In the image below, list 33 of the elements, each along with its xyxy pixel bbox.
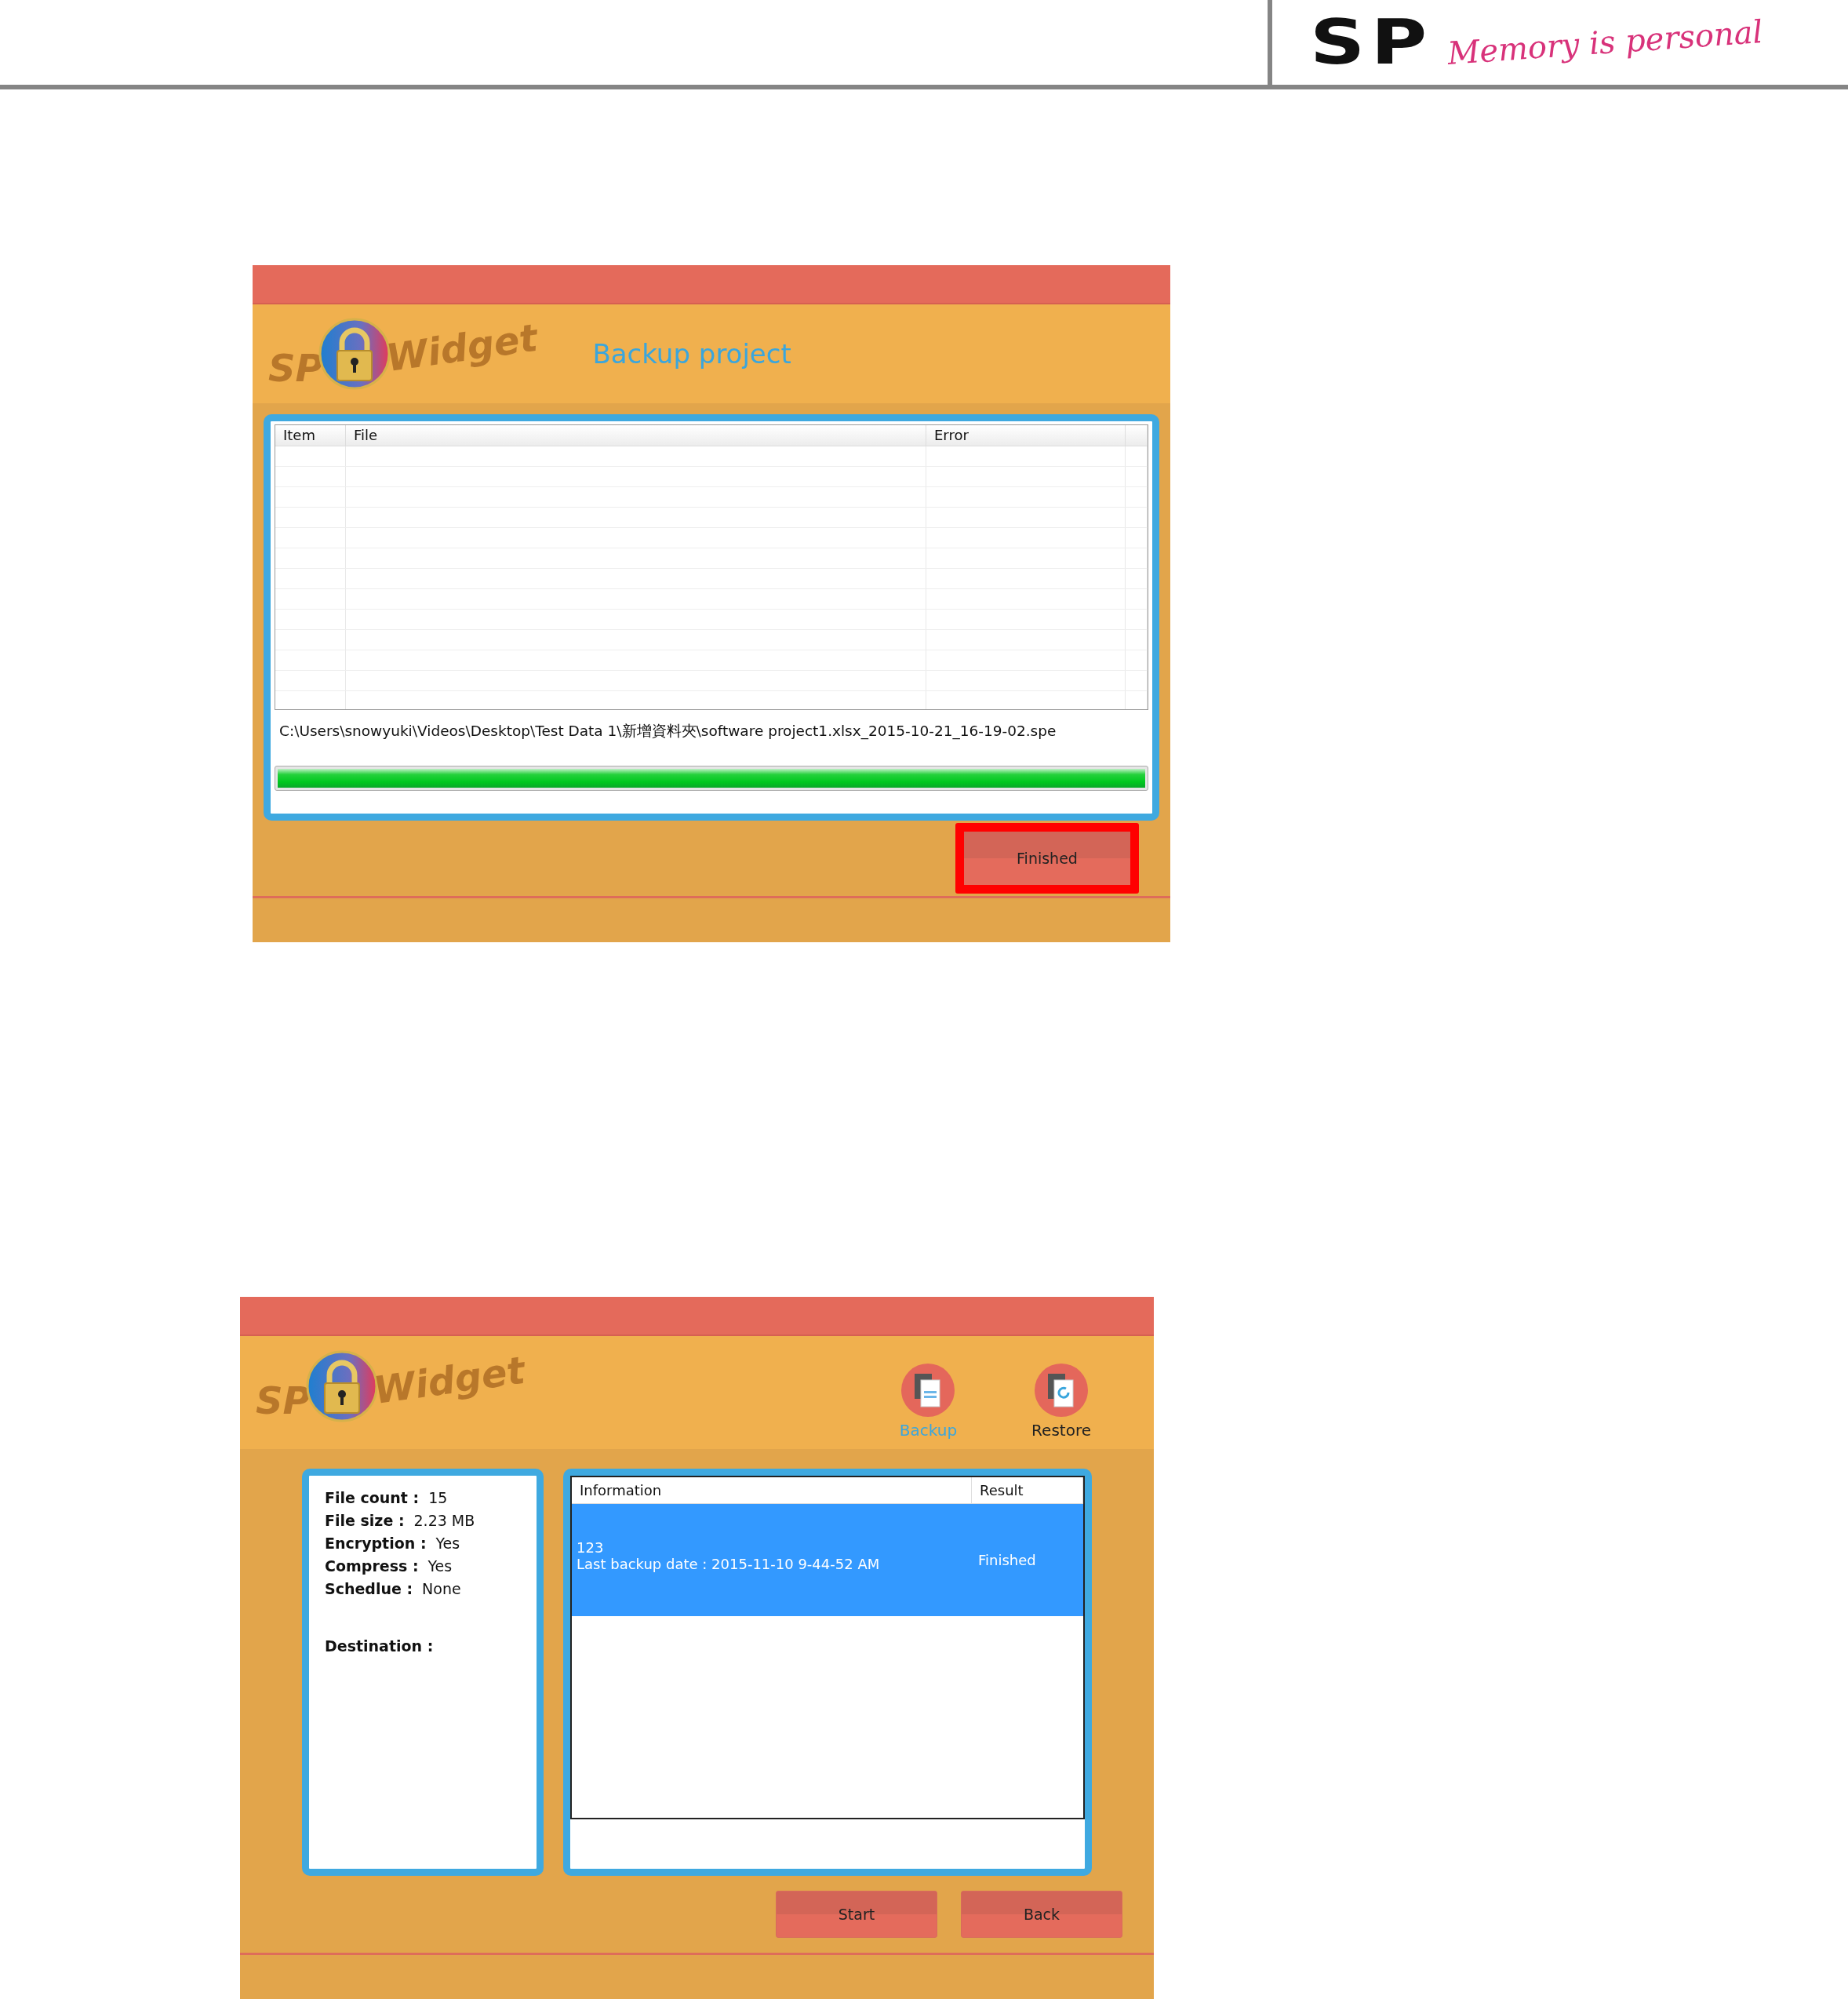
tagline: Memory is personal (1446, 13, 1764, 71)
document-refresh-icon (1034, 1363, 1090, 1418)
column-header[interactable]: Information (572, 1477, 972, 1503)
document-icon (900, 1363, 956, 1418)
window-title: Backup project (592, 338, 791, 370)
info-label: File size : (325, 1512, 405, 1529)
brand-text: Widget (383, 315, 540, 381)
result-text: Finished (977, 1552, 1037, 1568)
action-button[interactable]: Back (961, 1891, 1122, 1938)
info-value: Yes (435, 1535, 460, 1552)
info-value: 15 (428, 1489, 448, 1506)
info-value: None (422, 1580, 461, 1597)
info-label: Encryption : (325, 1535, 427, 1552)
info-label: File count : (325, 1489, 420, 1506)
column-header[interactable]: Item (275, 425, 346, 446)
info-value: Yes (427, 1557, 453, 1575)
brand-logo: SP (1310, 12, 1433, 73)
column-header[interactable]: Error (926, 425, 1126, 446)
info-label: Destination : (325, 1637, 434, 1655)
column-header[interactable]: File (346, 425, 926, 446)
info-text: Last backup date : 2015-11-10 9-44-52 AM (577, 1555, 881, 1572)
brand-text: SP (256, 1378, 311, 1422)
column-header[interactable]: Result (972, 1477, 1083, 1503)
brand-text: SP (268, 346, 323, 390)
finished-button[interactable]: Finished (955, 823, 1139, 894)
brand-text: Widget (370, 1347, 528, 1413)
info-label: Compress : (325, 1557, 419, 1575)
file-path: C:\Users\snowyuki\Videos\Desktop\Test Data 1\新增資料夾\software project1.xlsx_2015-10-21_16-19-02.spe (279, 722, 1057, 741)
nav-button[interactable]: Restore (1031, 1363, 1091, 1440)
action-button[interactable]: Start (776, 1891, 937, 1938)
info-text: 123 (577, 1538, 605, 1556)
info-label: Schedlue : (325, 1580, 413, 1597)
info-value: 2.23 MB (413, 1512, 475, 1529)
